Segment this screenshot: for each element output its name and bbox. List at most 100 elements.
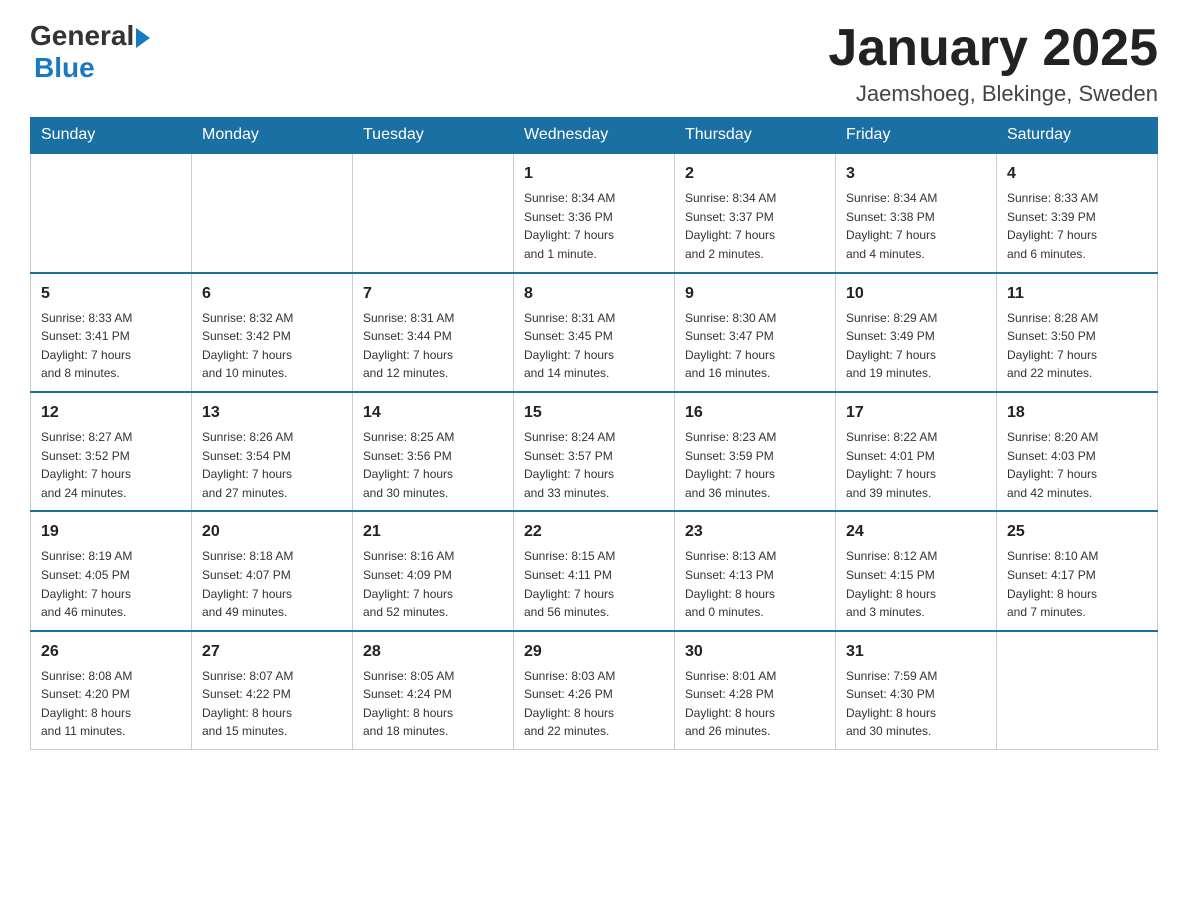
day-number: 28 [363,640,503,664]
calendar-cell: 12 Sunrise: 8:27 AM Sunset: 3:52 PM Dayli… [31,392,192,511]
calendar-cell: 29 Sunrise: 8:03 AM Sunset: 4:26 PM Dayli… [514,631,675,750]
day-info: Sunrise: 8:33 AM Sunset: 3:39 PM Dayligh… [1007,189,1147,263]
weekday-header-saturday: Saturday [997,118,1158,154]
day-info: Sunrise: 8:19 AM Sunset: 4:05 PM Dayligh… [41,547,181,621]
day-number: 3 [846,162,986,186]
day-number: 23 [685,520,825,544]
day-info: Sunrise: 8:10 AM Sunset: 4:17 PM Dayligh… [1007,547,1147,621]
calendar-cell: 23 Sunrise: 8:13 AM Sunset: 4:13 PM Dayli… [675,511,836,630]
day-number: 14 [363,401,503,425]
calendar-cell [997,631,1158,750]
calendar-cell: 30Sunrise: 8:01 AM Sunset: 4:28 PM Dayli… [675,631,836,750]
weekday-header-tuesday: Tuesday [353,118,514,154]
day-info: Sunrise: 8:20 AM Sunset: 4:03 PM Dayligh… [1007,428,1147,502]
weekday-header-sunday: Sunday [31,118,192,154]
day-info: Sunrise: 7:59 AM Sunset: 4:30 PM Dayligh… [846,667,986,741]
day-info: Sunrise: 8:01 AM Sunset: 4:28 PM Dayligh… [685,667,825,741]
day-number: 17 [846,401,986,425]
calendar-cell [353,153,514,272]
day-number: 2 [685,162,825,186]
day-number: 8 [524,282,664,306]
day-number: 13 [202,401,342,425]
day-info: Sunrise: 8:08 AM Sunset: 4:20 PM Dayligh… [41,667,181,741]
day-info: Sunrise: 8:15 AM Sunset: 4:11 PM Dayligh… [524,547,664,621]
calendar-title: January 2025 [828,20,1158,77]
calendar-cell: 31 Sunrise: 7:59 AM Sunset: 4:30 PM Dayli… [836,631,997,750]
week-row-3: 12 Sunrise: 8:27 AM Sunset: 3:52 PM Dayli… [31,392,1158,511]
weekday-header-row: SundayMondayTuesdayWednesdayThursdayFrid… [31,118,1158,154]
day-number: 29 [524,640,664,664]
calendar-cell: 10 Sunrise: 8:29 AM Sunset: 3:49 PM Dayli… [836,273,997,392]
day-info: Sunrise: 8:16 AM Sunset: 4:09 PM Dayligh… [363,547,503,621]
logo-arrow-icon [136,28,150,48]
day-number: 11 [1007,282,1147,306]
day-info: Sunrise: 8:26 AM Sunset: 3:54 PM Dayligh… [202,428,342,502]
day-number: 4 [1007,162,1147,186]
calendar-cell: 27 Sunrise: 8:07 AM Sunset: 4:22 PM Dayli… [192,631,353,750]
day-info: Sunrise: 8:27 AM Sunset: 3:52 PM Dayligh… [41,428,181,502]
day-number: 16 [685,401,825,425]
calendar-cell: 16Sunrise: 8:23 AM Sunset: 3:59 PM Dayli… [675,392,836,511]
day-number: 12 [41,401,181,425]
calendar-cell: 20 Sunrise: 8:18 AM Sunset: 4:07 PM Dayli… [192,511,353,630]
day-info: Sunrise: 8:34 AM Sunset: 3:38 PM Dayligh… [846,189,986,263]
day-number: 21 [363,520,503,544]
calendar-cell: 3 Sunrise: 8:34 AM Sunset: 3:38 PM Daylig… [836,153,997,272]
weekday-header-friday: Friday [836,118,997,154]
calendar-table: SundayMondayTuesdayWednesdayThursdayFrid… [30,117,1158,750]
calendar-cell: 7 Sunrise: 8:31 AM Sunset: 3:44 PM Daylig… [353,273,514,392]
day-info: Sunrise: 8:28 AM Sunset: 3:50 PM Dayligh… [1007,309,1147,383]
weekday-header-wednesday: Wednesday [514,118,675,154]
day-number: 15 [524,401,664,425]
week-row-1: 1 Sunrise: 8:34 AM Sunset: 3:36 PM Daylig… [31,153,1158,272]
calendar-cell: 13 Sunrise: 8:26 AM Sunset: 3:54 PM Dayli… [192,392,353,511]
day-info: Sunrise: 8:29 AM Sunset: 3:49 PM Dayligh… [846,309,986,383]
day-info: Sunrise: 8:05 AM Sunset: 4:24 PM Dayligh… [363,667,503,741]
week-row-4: 19 Sunrise: 8:19 AM Sunset: 4:05 PM Dayli… [31,511,1158,630]
day-info: Sunrise: 8:30 AM Sunset: 3:47 PM Dayligh… [685,309,825,383]
calendar-cell: 4 Sunrise: 8:33 AM Sunset: 3:39 PM Daylig… [997,153,1158,272]
day-number: 19 [41,520,181,544]
calendar-cell: 8Sunrise: 8:31 AM Sunset: 3:45 PM Daylig… [514,273,675,392]
day-number: 7 [363,282,503,306]
day-info: Sunrise: 8:07 AM Sunset: 4:22 PM Dayligh… [202,667,342,741]
day-info: Sunrise: 8:32 AM Sunset: 3:42 PM Dayligh… [202,309,342,383]
day-info: Sunrise: 8:18 AM Sunset: 4:07 PM Dayligh… [202,547,342,621]
day-info: Sunrise: 8:31 AM Sunset: 3:44 PM Dayligh… [363,309,503,383]
day-info: Sunrise: 8:34 AM Sunset: 3:36 PM Dayligh… [524,189,664,263]
day-number: 31 [846,640,986,664]
calendar-cell: 11 Sunrise: 8:28 AM Sunset: 3:50 PM Dayli… [997,273,1158,392]
day-number: 25 [1007,520,1147,544]
calendar-cell: 18 Sunrise: 8:20 AM Sunset: 4:03 PM Dayli… [997,392,1158,511]
day-info: Sunrise: 8:03 AM Sunset: 4:26 PM Dayligh… [524,667,664,741]
calendar-cell [192,153,353,272]
page-header: General Blue January 2025 Jaemshoeg, Ble… [30,20,1158,107]
logo-blue-text: Blue [34,52,95,84]
day-info: Sunrise: 8:12 AM Sunset: 4:15 PM Dayligh… [846,547,986,621]
logo-general-text: General [30,20,134,52]
weekday-header-thursday: Thursday [675,118,836,154]
day-number: 22 [524,520,664,544]
day-number: 6 [202,282,342,306]
day-info: Sunrise: 8:25 AM Sunset: 3:56 PM Dayligh… [363,428,503,502]
day-info: Sunrise: 8:24 AM Sunset: 3:57 PM Dayligh… [524,428,664,502]
day-info: Sunrise: 8:22 AM Sunset: 4:01 PM Dayligh… [846,428,986,502]
calendar-cell: 22 Sunrise: 8:15 AM Sunset: 4:11 PM Dayli… [514,511,675,630]
day-info: Sunrise: 8:13 AM Sunset: 4:13 PM Dayligh… [685,547,825,621]
day-number: 18 [1007,401,1147,425]
day-number: 24 [846,520,986,544]
calendar-cell: 15 Sunrise: 8:24 AM Sunset: 3:57 PM Dayli… [514,392,675,511]
calendar-cell: 14 Sunrise: 8:25 AM Sunset: 3:56 PM Dayli… [353,392,514,511]
day-number: 10 [846,282,986,306]
calendar-cell: 26 Sunrise: 8:08 AM Sunset: 4:20 PM Dayli… [31,631,192,750]
day-number: 1 [524,162,664,186]
calendar-cell: 24 Sunrise: 8:12 AM Sunset: 4:15 PM Dayli… [836,511,997,630]
week-row-2: 5Sunrise: 8:33 AM Sunset: 3:41 PM Daylig… [31,273,1158,392]
day-number: 20 [202,520,342,544]
calendar-cell: 28 Sunrise: 8:05 AM Sunset: 4:24 PM Dayli… [353,631,514,750]
calendar-cell: 25 Sunrise: 8:10 AM Sunset: 4:17 PM Dayli… [997,511,1158,630]
day-number: 27 [202,640,342,664]
calendar-cell: 6 Sunrise: 8:32 AM Sunset: 3:42 PM Daylig… [192,273,353,392]
calendar-cell: 5Sunrise: 8:33 AM Sunset: 3:41 PM Daylig… [31,273,192,392]
day-number: 26 [41,640,181,664]
